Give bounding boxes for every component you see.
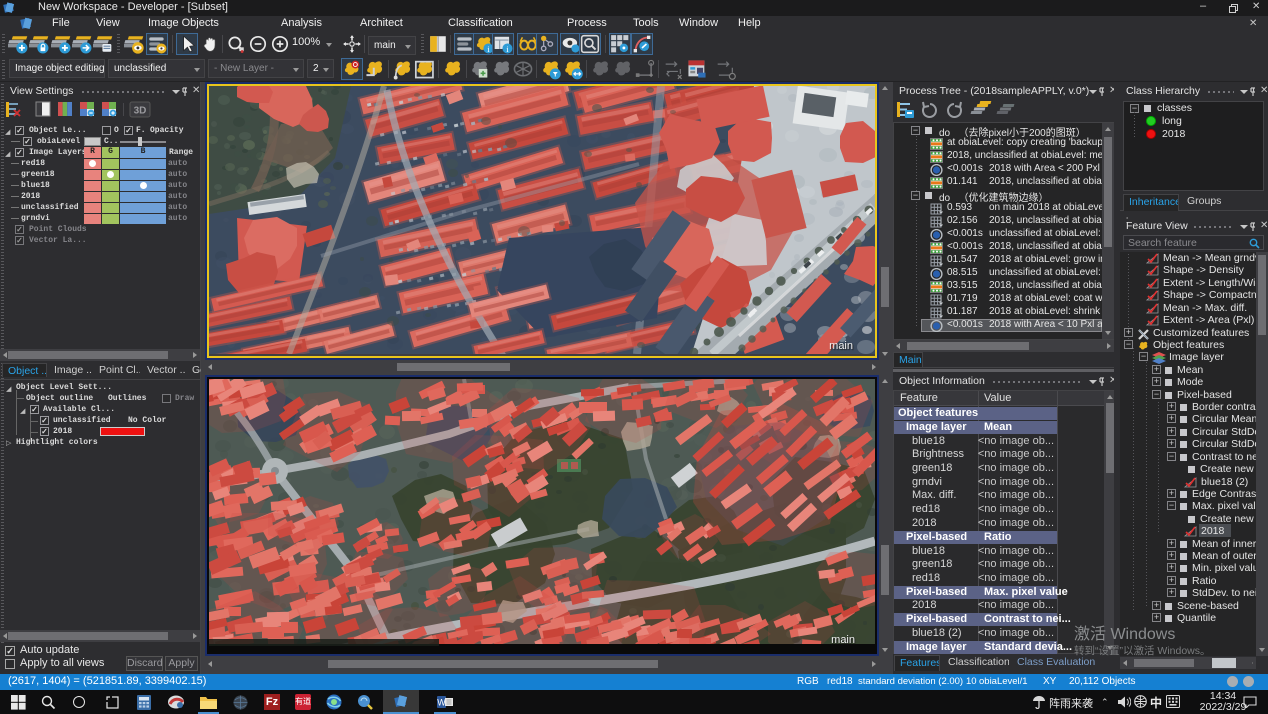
svg-text:W: W [437,698,446,708]
svg-text:3D: 3D [134,106,147,117]
